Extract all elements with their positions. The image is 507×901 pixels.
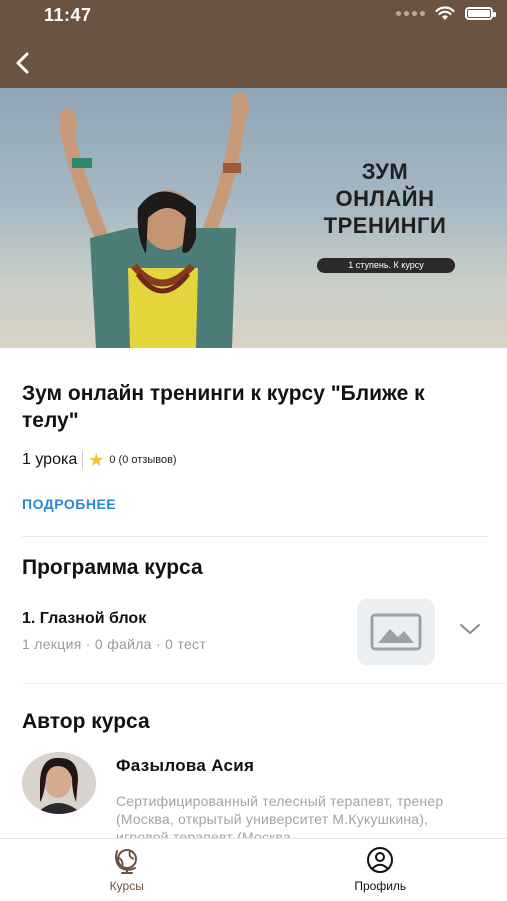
module-thumbnail: [357, 599, 435, 665]
star-icon: ★: [88, 451, 104, 469]
module-row[interactable]: 1. Глазной блок 1 лекция · 0 файла · 0 т…: [0, 598, 507, 682]
chevron-left-icon: [8, 48, 38, 78]
banner-title-line: ОНЛАЙН: [300, 185, 470, 212]
bottom-tab-bar: Курсы Профиль: [0, 838, 507, 901]
avatar-photo: [22, 752, 96, 814]
status-icons: [396, 6, 493, 21]
wifi-icon: [435, 6, 455, 21]
battery-icon: [465, 7, 493, 20]
header-bar: 11:47: [0, 0, 507, 88]
signal-icon: [396, 11, 425, 16]
more-details-link[interactable]: ПОДРОБНЕЕ: [22, 496, 487, 512]
status-time: 11:47: [44, 5, 92, 26]
banner-title-line: ЗУМ: [300, 158, 470, 185]
banner-pill: 1 ступень. К курсу: [317, 258, 455, 273]
lesson-count: 1 урока: [22, 451, 77, 469]
course-title: Зум онлайн тренинги к курсу "Ближе к тел…: [22, 380, 487, 434]
banner-title-line: ТРЕНИНГИ: [300, 212, 470, 239]
tab-courses[interactable]: Курсы: [0, 839, 254, 901]
tab-label: Профиль: [354, 879, 406, 893]
tab-label: Курсы: [110, 879, 144, 893]
course-meta: 1 урока ★ 0 (0 отзывов): [22, 450, 487, 470]
course-banner: ЗУМ ОНЛАЙН ТРЕНИНГИ 1 ступень. К курсу: [0, 88, 507, 348]
author-section-title: Автор курса: [22, 710, 150, 734]
back-button[interactable]: [8, 48, 38, 78]
program-section-title: Программа курса: [22, 556, 203, 580]
image-placeholder-icon: [370, 613, 422, 651]
tab-profile[interactable]: Профиль: [254, 839, 507, 901]
course-info: Зум онлайн тренинги к курсу "Ближе к тел…: [22, 380, 487, 512]
module-meta: 1 лекция · 0 файла · 0 тест: [22, 636, 206, 652]
meta-divider: [82, 451, 83, 469]
author-name: Фазылова Асия: [116, 756, 254, 776]
chevron-down-icon[interactable]: [458, 622, 482, 636]
rating-text: 0 (0 отзывов): [109, 454, 176, 466]
banner-title: ЗУМ ОНЛАЙН ТРЕНИНГИ: [300, 158, 470, 239]
divider: [22, 536, 487, 537]
avatar: [22, 752, 96, 814]
profile-icon: [365, 847, 395, 875]
globe-icon: [112, 847, 142, 875]
divider: [22, 683, 507, 684]
module-title: 1. Глазной блок: [22, 610, 146, 628]
